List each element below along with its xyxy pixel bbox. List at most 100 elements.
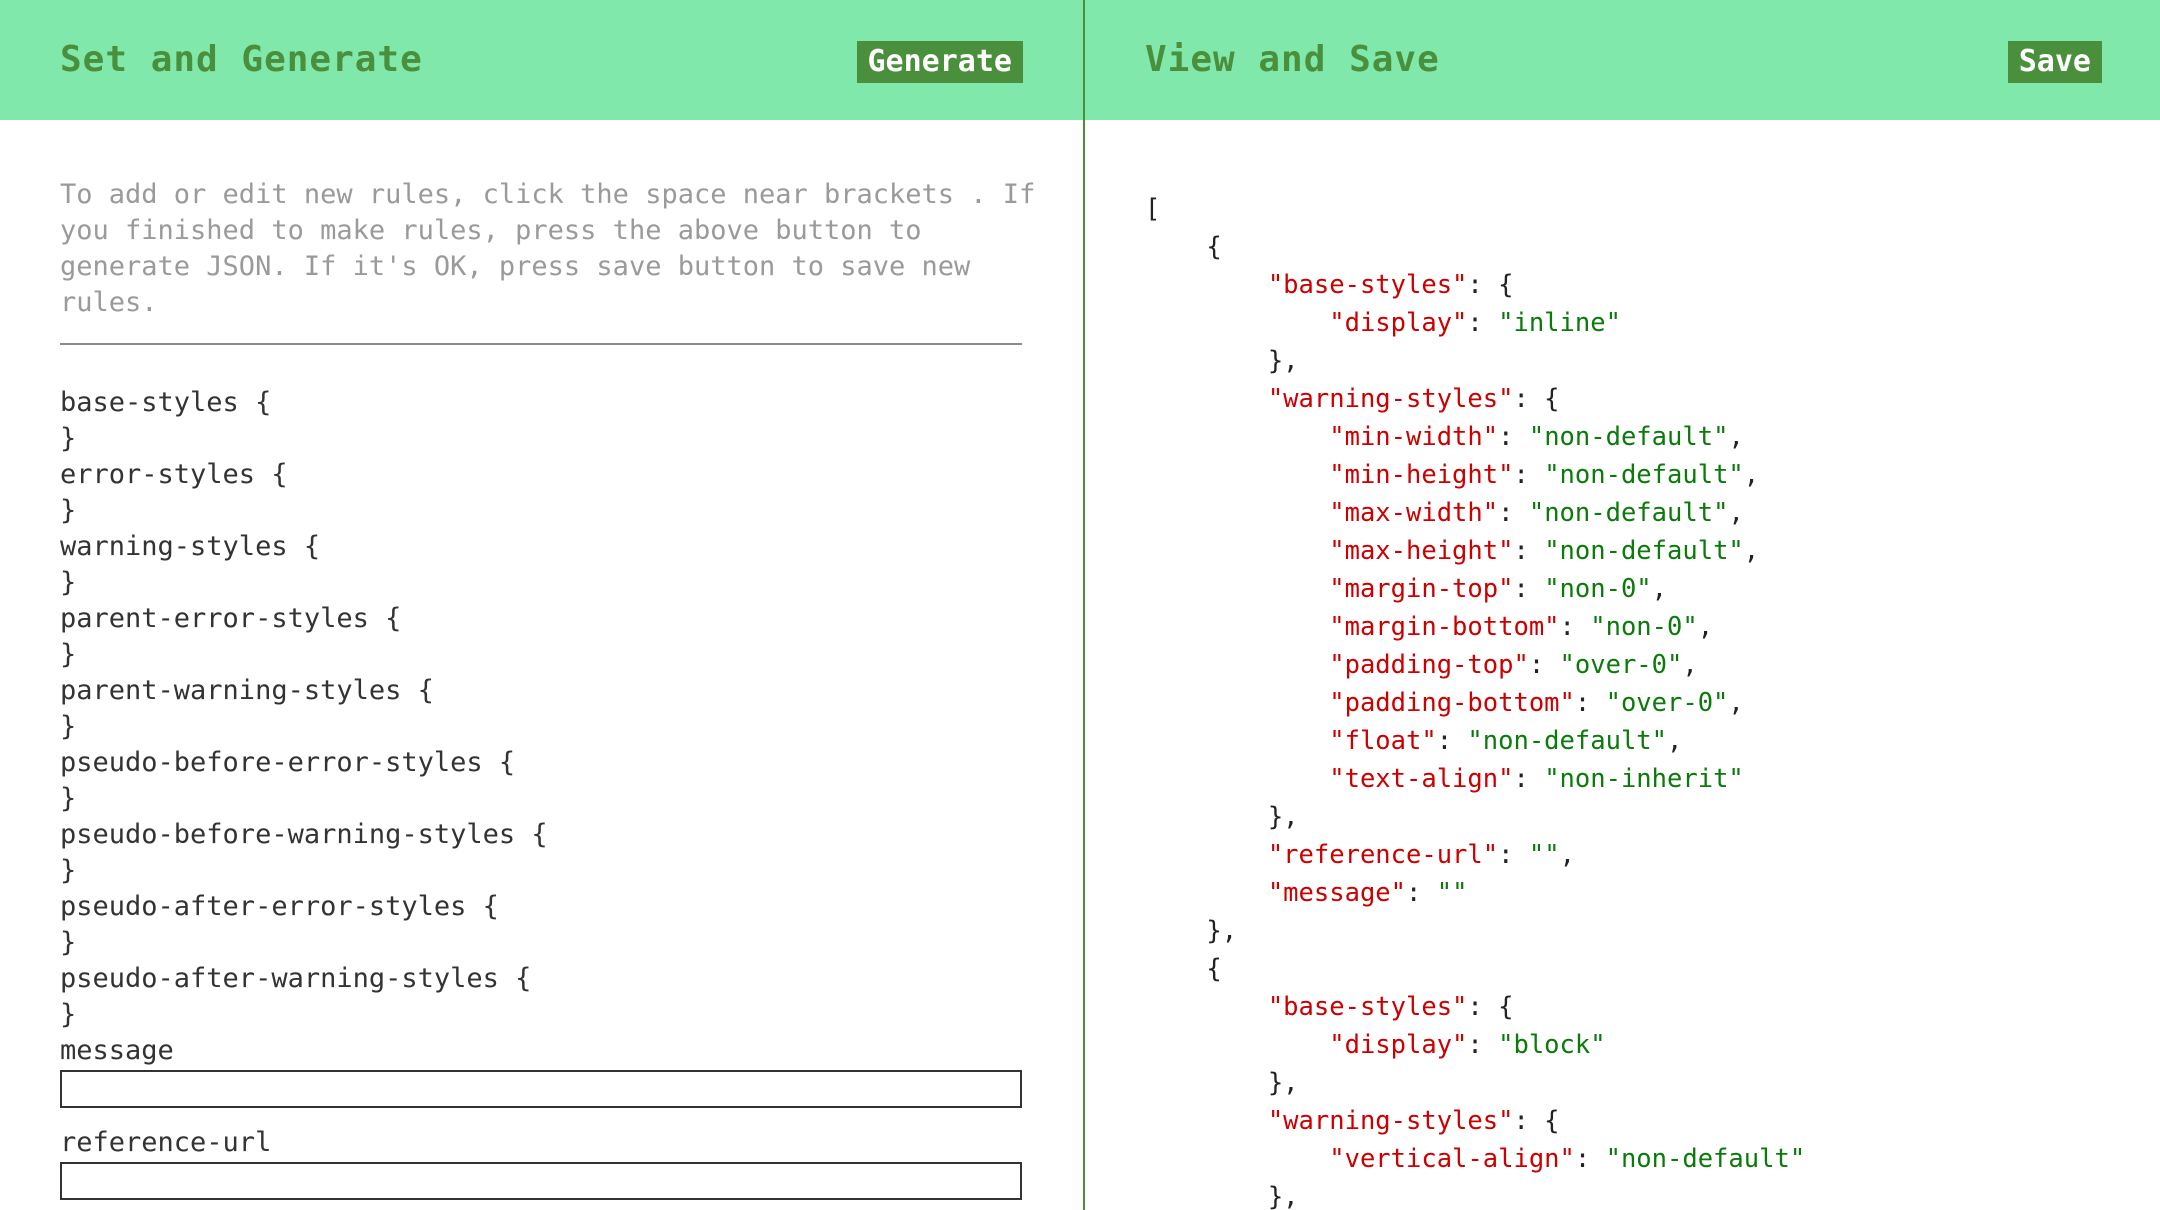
rule-pseudo-before-warning-styles-close[interactable]: } xyxy=(60,853,1023,889)
message-input[interactable] xyxy=(60,1070,1022,1108)
json-line: "warning-styles": { xyxy=(1145,1102,2160,1140)
rule-pseudo-after-warning-styles-open[interactable]: pseudo-after-warning-styles { xyxy=(60,961,1023,997)
json-punctuation: , xyxy=(1682,650,1698,680)
left-title: Set and Generate xyxy=(60,38,423,80)
json-key: "base-styles" xyxy=(1267,992,1468,1022)
rule-error-styles-open[interactable]: error-styles { xyxy=(60,457,1023,493)
generate-button[interactable]: Generate xyxy=(856,41,1023,83)
json-key: "max-width" xyxy=(1329,498,1499,528)
json-line: "base-styles": { xyxy=(1145,988,2160,1026)
json-line: "float": "non-default", xyxy=(1145,722,2160,760)
json-line: "message": "" xyxy=(1145,874,2160,912)
json-line: { xyxy=(1145,228,2160,266)
left-header: Set and Generate Generate xyxy=(0,0,1083,120)
rule-base-styles-close[interactable]: } xyxy=(60,421,1023,457)
rule-base-styles-open[interactable]: base-styles { xyxy=(60,385,1023,421)
json-punctuation: : xyxy=(1498,840,1529,870)
json-line: "margin-top": "non-0", xyxy=(1145,570,2160,608)
json-string-value: "non-default" xyxy=(1528,422,1729,452)
json-string-value: "over-0" xyxy=(1559,650,1683,680)
rule-pseudo-before-warning-styles-open[interactable]: pseudo-before-warning-styles { xyxy=(60,817,1023,853)
save-button[interactable]: Save xyxy=(2007,41,2102,83)
json-line: }, xyxy=(1145,912,2160,950)
json-key: "padding-bottom" xyxy=(1329,688,1575,718)
json-punctuation: : xyxy=(1513,460,1545,490)
json-punctuation: , xyxy=(1728,422,1744,452)
rule-parent-warning-styles-close[interactable]: } xyxy=(60,709,1023,745)
rule-pseudo-after-warning-styles-close[interactable]: } xyxy=(60,997,1023,1033)
json-punctuation: , xyxy=(1743,536,1760,566)
json-key: "text-align" xyxy=(1329,764,1514,794)
json-key: "base-styles" xyxy=(1267,270,1468,300)
json-string-value: "non-inherit" xyxy=(1544,764,1744,794)
json-punctuation: : { xyxy=(1513,1106,1560,1136)
json-string-value: "over-0" xyxy=(1605,688,1729,718)
json-key: "warning-styles" xyxy=(1267,384,1514,414)
json-line: "display": "inline" xyxy=(1145,304,2160,342)
json-output-view: [ { "base-styles": { "display": "inline"… xyxy=(1085,190,2160,1210)
rule-pseudo-after-error-styles-open[interactable]: pseudo-after-error-styles { xyxy=(60,889,1023,925)
json-key: "min-height" xyxy=(1329,460,1514,490)
json-key: "margin-top" xyxy=(1329,574,1514,604)
json-line: "min-height": "non-default", xyxy=(1145,456,2160,494)
rule-parent-error-styles-close[interactable]: } xyxy=(60,637,1023,673)
json-string-value: "block" xyxy=(1498,1030,1606,1060)
json-string-value: "non-default" xyxy=(1467,726,1668,756)
rule-pseudo-before-error-styles-open[interactable]: pseudo-before-error-styles { xyxy=(60,745,1023,781)
rule-pseudo-after-error-styles-close[interactable]: } xyxy=(60,925,1023,961)
rule-error-styles-close[interactable]: } xyxy=(60,493,1023,529)
json-key: "padding-top" xyxy=(1329,650,1529,680)
json-punctuation: : xyxy=(1513,536,1545,566)
rule-parent-warning-styles-open[interactable]: parent-warning-styles { xyxy=(60,673,1023,709)
json-line: { xyxy=(1145,950,2160,988)
json-line: "min-width": "non-default", xyxy=(1145,418,2160,456)
view-and-save-pane: View and Save Save [ { "base-styles": { … xyxy=(1085,0,2160,1210)
json-punctuation: : xyxy=(1436,726,1468,756)
rule-parent-error-styles-open[interactable]: parent-error-styles { xyxy=(60,601,1023,637)
json-punctuation: , xyxy=(1728,498,1744,528)
json-string-value: "" xyxy=(1528,840,1560,870)
json-punctuation: : xyxy=(1467,308,1499,338)
json-string-value: "inline" xyxy=(1498,308,1621,338)
json-punctuation: , xyxy=(1697,612,1714,642)
reference-url-label: reference-url xyxy=(60,1127,272,1158)
json-key: "margin-bottom" xyxy=(1329,612,1560,642)
reference-url-input[interactable] xyxy=(60,1162,1022,1200)
json-line: "vertical-align": "non-default" xyxy=(1145,1140,2160,1178)
json-line: "warning-styles": { xyxy=(1145,380,2160,418)
json-key: "message" xyxy=(1267,878,1406,908)
json-punctuation: : xyxy=(1467,1030,1499,1060)
right-title: View and Save xyxy=(1145,38,1440,80)
json-punctuation: , xyxy=(1743,460,1760,490)
json-key: "display" xyxy=(1329,308,1468,338)
rule-warning-styles-close[interactable]: } xyxy=(60,565,1023,601)
json-punctuation: : { xyxy=(1467,992,1514,1022)
json-punctuation: , xyxy=(1559,840,1575,870)
json-punctuation: { xyxy=(1206,954,1222,984)
rule-warning-styles-open[interactable]: warning-styles { xyxy=(60,529,1023,565)
json-string-value: "non-default" xyxy=(1528,498,1729,528)
json-key: "display" xyxy=(1329,1030,1468,1060)
json-line: "max-width": "non-default", xyxy=(1145,494,2160,532)
rules-list: base-styles { } error-styles { } warning… xyxy=(60,385,1023,1200)
json-punctuation: }, xyxy=(1267,1068,1299,1098)
json-key: "warning-styles" xyxy=(1267,1106,1514,1136)
instructions-divider xyxy=(60,343,1022,345)
json-punctuation: }, xyxy=(1267,346,1299,376)
json-punctuation: : xyxy=(1513,764,1545,794)
json-string-value: "non-default" xyxy=(1544,460,1744,490)
instructions-text: To add or edit new rules, click the spac… xyxy=(60,179,1036,318)
json-key: "max-height" xyxy=(1329,536,1514,566)
rule-pseudo-before-error-styles-close[interactable]: } xyxy=(60,781,1023,817)
json-line: "padding-bottom": "over-0", xyxy=(1145,684,2160,722)
